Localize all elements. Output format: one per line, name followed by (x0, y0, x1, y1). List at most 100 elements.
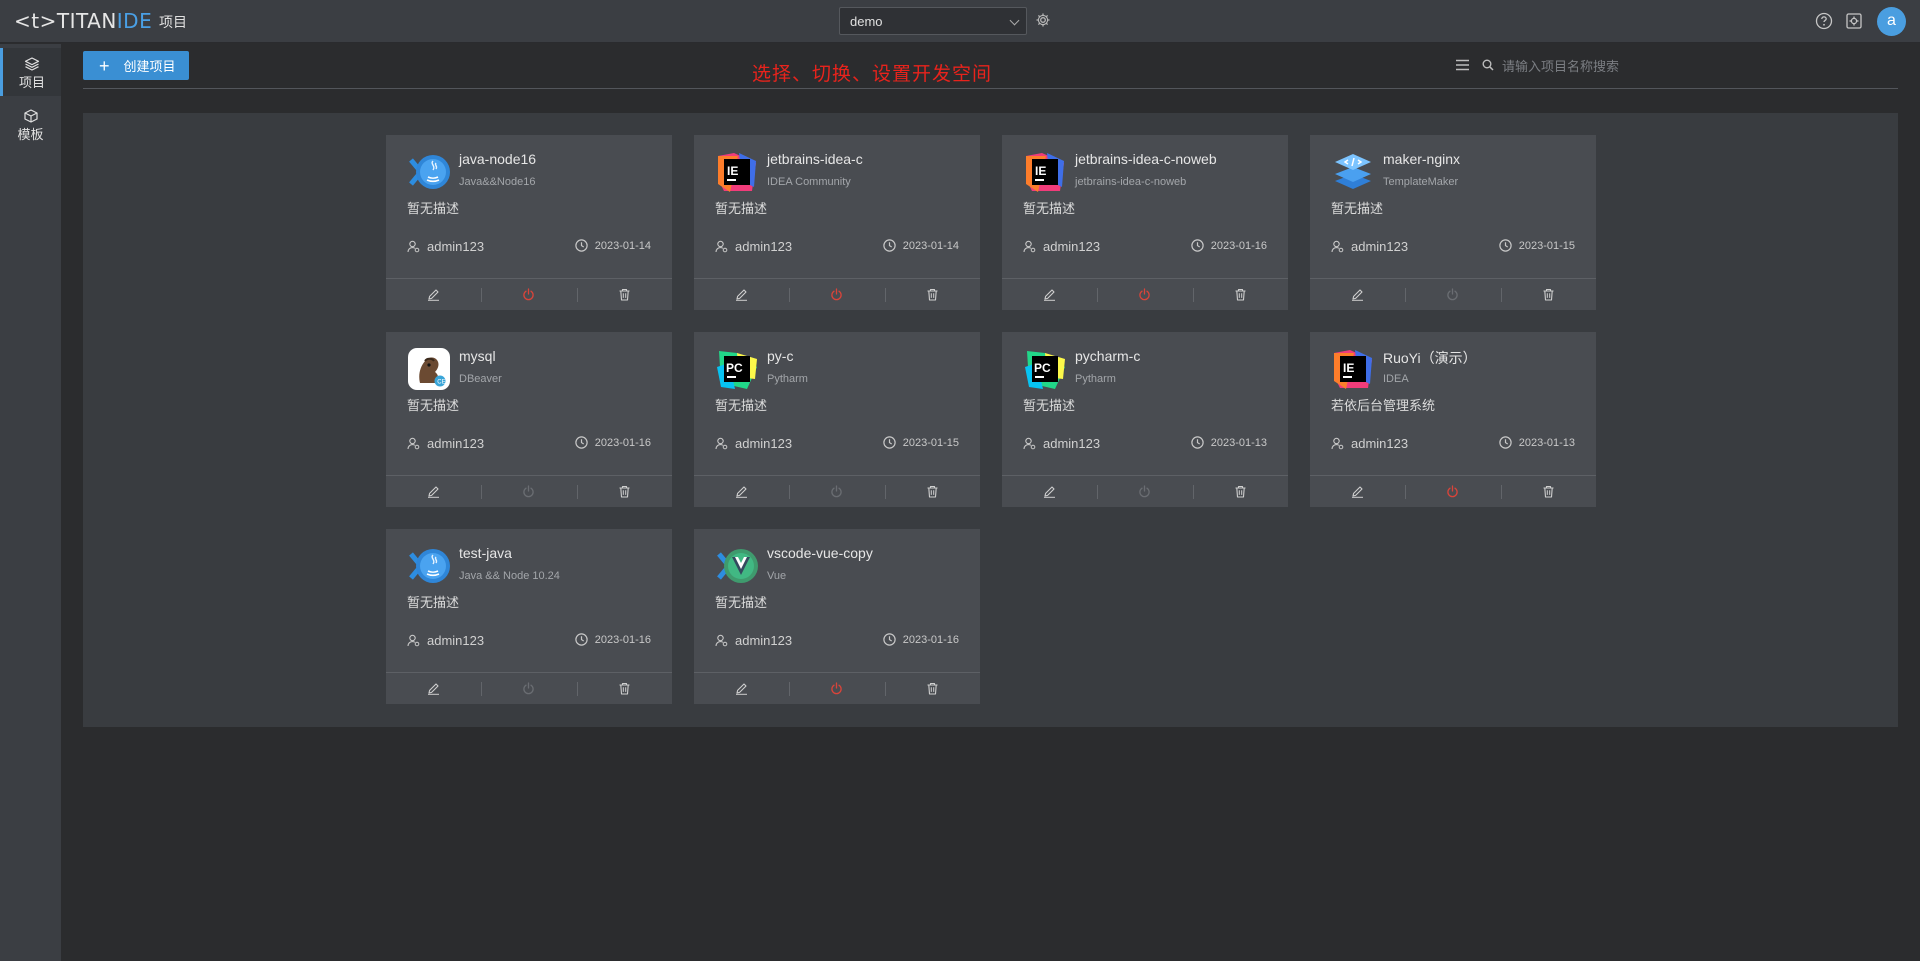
project-template: IDEA (1383, 373, 1409, 385)
power-button[interactable] (1405, 476, 1500, 507)
project-owner: admin123 (407, 436, 484, 451)
create-project-label: 创建项目 (123, 59, 176, 74)
project-search-input[interactable] (1502, 56, 1732, 76)
list-view-icon[interactable] (1456, 59, 1469, 71)
project-card[interactable]: CE mysql DBeaver 暂无描述 admin123 2023-01-1… (386, 332, 672, 507)
power-button[interactable] (789, 279, 884, 310)
project-date: 2023-01-15 (1499, 239, 1575, 252)
project-card[interactable]: test-java Java && Node 10.24 暂无描述 admin1… (386, 529, 672, 704)
project-template: IDEA Community (767, 176, 851, 188)
project-card[interactable]: PC pycharm-c Pytharm 暂无描述 admin123 2023-… (1002, 332, 1288, 507)
power-icon (1447, 485, 1459, 498)
project-name: mysql (459, 348, 496, 364)
delete-button[interactable] (576, 673, 672, 704)
power-button[interactable] (481, 673, 576, 704)
edit-button[interactable] (386, 279, 481, 310)
edit-button[interactable] (1002, 476, 1097, 507)
project-description: 暂无描述 (1023, 398, 1076, 413)
sidebar-item-templates[interactable]: 模板 (0, 100, 61, 148)
power-icon (1139, 288, 1151, 301)
delete-button[interactable] (1192, 476, 1288, 507)
project-name: maker-nginx (1383, 151, 1461, 167)
power-button[interactable] (789, 476, 884, 507)
delete-button[interactable] (1500, 476, 1596, 507)
project-card[interactable]: PC py-c Pytharm 暂无描述 admin123 2023-01-15 (694, 332, 980, 507)
delete-button[interactable] (884, 673, 980, 704)
project-name: java-node16 (459, 151, 537, 167)
sidebar: 项目 模板 (0, 44, 61, 961)
workspace-settings-gear-icon[interactable] (1035, 12, 1051, 28)
project-name: vscode-vue-copy (767, 545, 873, 561)
edit-button[interactable] (1310, 476, 1405, 507)
settings-panel-icon[interactable] (1845, 12, 1863, 30)
power-button[interactable] (789, 673, 884, 704)
delete-button[interactable] (1500, 279, 1596, 310)
edit-button[interactable] (1310, 279, 1405, 310)
delete-button[interactable] (884, 476, 980, 507)
trash-icon (927, 682, 938, 695)
help-icon[interactable] (1815, 12, 1833, 30)
project-date: 2023-01-13 (1499, 436, 1575, 449)
workspace-select[interactable]: demo (839, 7, 1027, 35)
power-button[interactable] (1405, 279, 1500, 310)
layers-icon (24, 57, 40, 71)
clock-icon (883, 436, 896, 449)
power-icon (831, 485, 843, 498)
svg-text:PC: PC (726, 361, 743, 375)
project-description: 若依后台管理系统 (1331, 398, 1436, 413)
projects-panel: java-node16 Java&&Node16 暂无描述 admin123 2… (83, 113, 1898, 727)
project-template: Java&&Node16 (459, 176, 536, 188)
project-card[interactable]: vscode-vue-copy Vue 暂无描述 admin123 2023-0… (694, 529, 980, 704)
edit-button[interactable] (694, 673, 789, 704)
delete-button[interactable] (1192, 279, 1288, 310)
card-actions (1310, 475, 1596, 507)
project-name: jetbrains-idea-c-noweb (1075, 151, 1217, 167)
power-icon (831, 682, 843, 695)
edit-button[interactable] (694, 476, 789, 507)
nav-projects[interactable]: 项目 (159, 12, 187, 32)
delete-button[interactable] (576, 476, 672, 507)
create-project-button[interactable]: + 创建项目 (83, 51, 189, 80)
clock-icon (1499, 436, 1512, 449)
user-icon (715, 437, 728, 450)
card-actions (694, 475, 980, 507)
project-owner: admin123 (1331, 239, 1408, 254)
banner-annotation: 选择、切换、设置开发空间 (752, 63, 993, 85)
project-card[interactable]: java-node16 Java&&Node16 暂无描述 admin123 2… (386, 135, 672, 310)
owner-name: admin123 (735, 239, 793, 254)
clock-icon (575, 633, 588, 646)
project-owner: admin123 (715, 436, 792, 451)
power-button[interactable] (481, 279, 576, 310)
power-icon (831, 288, 843, 301)
created-date: 2023-01-14 (902, 239, 959, 252)
trash-icon (619, 485, 630, 498)
project-card[interactable]: IE jetbrains-idea-c-noweb jetbrains-idea… (1002, 135, 1288, 310)
delete-button[interactable] (884, 279, 980, 310)
delete-button[interactable] (576, 279, 672, 310)
trash-icon (1235, 288, 1246, 301)
titanide-logo[interactable]: <t> TITAN IDE (14, 9, 152, 33)
project-card[interactable]: maker-nginx TemplateMaker 暂无描述 admin123 … (1310, 135, 1596, 310)
clock-icon (883, 633, 896, 646)
edit-button[interactable] (386, 476, 481, 507)
dbeaver-logo: CE (407, 347, 451, 391)
project-card[interactable]: IE jetbrains-idea-c IDEA Community 暂无描述 … (694, 135, 980, 310)
power-icon (523, 288, 535, 301)
edit-button[interactable] (694, 279, 789, 310)
power-button[interactable] (1097, 279, 1192, 310)
trash-icon (1235, 485, 1246, 498)
edit-pencil-icon (1352, 289, 1364, 301)
project-template: TemplateMaker (1383, 176, 1459, 188)
user-avatar[interactable]: a (1877, 7, 1906, 36)
trash-icon (927, 288, 938, 301)
edit-button[interactable] (1002, 279, 1097, 310)
project-name: test-java (459, 545, 512, 561)
project-card[interactable]: IE RuoYi（演示） IDEA 若依后台管理系统 admin123 2023… (1310, 332, 1596, 507)
project-owner: admin123 (1331, 436, 1408, 451)
power-button[interactable] (1097, 476, 1192, 507)
project-template: Vue (767, 570, 787, 582)
search-icon (1482, 59, 1494, 71)
sidebar-item-projects[interactable]: 项目 (0, 48, 61, 96)
power-button[interactable] (481, 476, 576, 507)
edit-button[interactable] (386, 673, 481, 704)
